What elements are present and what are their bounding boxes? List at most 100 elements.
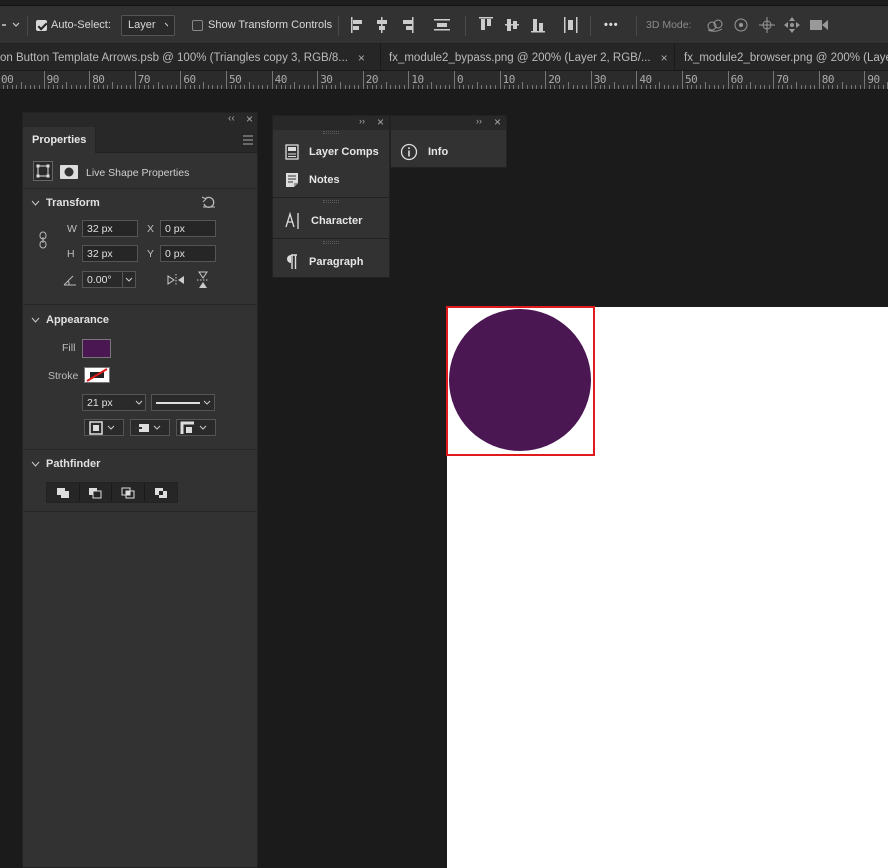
panel-grip[interactable] (323, 200, 339, 203)
tab-document-3[interactable]: fx_module2_browser.png @ 200% (Layer (675, 44, 888, 71)
width-field[interactable]: 32 px (82, 220, 138, 237)
panel-grip[interactable] (323, 131, 339, 134)
close-panel-icon[interactable]: × (246, 112, 253, 126)
ruler-minor-tick (431, 82, 433, 89)
character-panel-button[interactable]: Character (273, 209, 389, 233)
more-options-button[interactable]: ••• (604, 6, 619, 44)
ruler-minor-tick (522, 82, 524, 89)
align-left-edges-icon[interactable] (350, 16, 364, 34)
stroke-width-field[interactable]: 21 px (82, 394, 146, 411)
height-field[interactable]: 32 px (82, 245, 138, 262)
notes-panel-button[interactable]: Notes (273, 168, 389, 192)
width-value: 32 px (87, 222, 113, 235)
chevron-down-icon (199, 425, 207, 430)
mask-icon[interactable] (59, 164, 79, 180)
ruler-minor-tick (796, 82, 797, 89)
stroke-width-dropdown[interactable] (132, 395, 145, 410)
distribute-horizontal-icon[interactable] (563, 16, 579, 34)
align-vertical-centers-icon[interactable] (504, 16, 520, 34)
ruler-minor-tick (563, 85, 565, 89)
ruler-minor-tick (531, 85, 533, 89)
ruler-minor-tick (239, 85, 241, 89)
properties-tab-header: Properties (23, 127, 257, 153)
ruler-minor-tick (786, 85, 788, 89)
combine-shapes-button[interactable] (47, 483, 80, 502)
ruler-minor-tick (394, 85, 396, 89)
ruler-major-tick (43, 71, 45, 89)
fill-label: Fill (62, 342, 76, 354)
ruler-minor-tick (517, 85, 519, 89)
ruler-minor-tick (609, 85, 611, 89)
divider (273, 238, 389, 239)
live-shape-toggle[interactable] (33, 161, 53, 181)
panel-menu-icon[interactable] (243, 135, 253, 145)
expand-panel-icon[interactable]: ›› (476, 116, 482, 126)
pan-3d-camera-icon[interactable] (758, 16, 776, 34)
chevron-down-icon (31, 200, 40, 206)
ruler-minor-tick (20, 82, 22, 89)
flip-vertical-icon[interactable] (196, 271, 210, 289)
ruler-minor-tick (321, 85, 323, 89)
flip-horizontal-icon[interactable] (167, 273, 185, 287)
stroke-caps-dropdown[interactable] (130, 419, 170, 436)
info-panel-button[interactable]: Info (391, 140, 506, 164)
paragraph-panel-button[interactable]: Paragraph (273, 250, 389, 274)
tab-document-2[interactable]: fx_module2_bypass.png @ 200% (Layer 2, R… (381, 44, 675, 71)
angle-dropdown[interactable] (122, 272, 135, 287)
pathfinder-header[interactable]: Pathfinder (31, 458, 100, 470)
ruler-minor-tick (52, 85, 54, 89)
close-icon[interactable]: × (661, 51, 668, 65)
collapse-panel-icon[interactable]: ‹‹ (228, 113, 235, 124)
stroke-align-dropdown[interactable] (84, 419, 124, 436)
expand-panel-icon[interactable]: ›› (359, 116, 365, 126)
layer-comps-panel-button[interactable]: Layer Comps (273, 140, 389, 164)
reset-transform-icon[interactable] (201, 195, 217, 209)
orbit-3d-camera-icon[interactable] (705, 17, 725, 33)
angle-field[interactable]: 0.00° (82, 271, 136, 288)
subtract-shapes-button[interactable] (80, 483, 112, 502)
ruler-minor-tick (171, 85, 173, 89)
stroke-corners-dropdown[interactable] (176, 419, 216, 436)
fill-color-swatch[interactable] (82, 339, 111, 358)
slide-3d-camera-icon[interactable] (783, 16, 801, 34)
ruler-minor-tick (444, 85, 446, 89)
ruler-minor-tick (650, 85, 652, 89)
show-transform-controls-checkbox[interactable]: Show Transform Controls (192, 6, 332, 44)
auto-select-checkbox[interactable]: Auto-Select: (36, 6, 111, 44)
exclude-shapes-button[interactable] (145, 483, 177, 502)
link-icon[interactable] (37, 231, 49, 249)
ruler-minor-tick (440, 85, 442, 89)
distribute-vertical-icon[interactable] (433, 18, 451, 32)
ruler-minor-tick (212, 85, 214, 89)
pathfinder-section: Pathfinder (23, 450, 257, 510)
chevron-down-icon (164, 22, 168, 27)
align-horizontal-centers-icon[interactable] (375, 16, 389, 34)
roll-3d-camera-icon[interactable] (732, 17, 750, 33)
auto-select-target-dropdown[interactable]: Layer (121, 14, 175, 36)
tool-preset-picker[interactable] (0, 6, 22, 44)
stroke-type-dropdown[interactable] (151, 394, 215, 411)
appearance-header[interactable]: Appearance (31, 314, 109, 326)
y-field[interactable]: 0 px (160, 245, 216, 262)
align-top-edges-icon[interactable] (478, 16, 494, 34)
tab-document-1[interactable]: on Button Template Arrows.psb @ 100% (Tr… (0, 44, 381, 71)
ruler-minor-tick (34, 85, 36, 89)
ruler-minor-tick (29, 85, 31, 89)
align-bottom-edges-icon[interactable] (530, 16, 546, 34)
tab-properties[interactable]: Properties (23, 127, 97, 153)
stroke-color-swatch[interactable] (84, 367, 110, 383)
close-panel-icon[interactable]: × (377, 115, 384, 129)
ruler-minor-tick (467, 85, 469, 89)
ruler-minor-tick (66, 82, 68, 89)
align-right-edges-icon[interactable] (401, 16, 415, 34)
close-panel-icon[interactable]: × (494, 115, 501, 129)
ruler-minor-tick (57, 85, 59, 89)
zoom-3d-camera-icon[interactable] (809, 18, 829, 32)
appearance-title: Appearance (46, 314, 109, 326)
transform-header[interactable]: Transform (31, 197, 100, 209)
intersect-shapes-button[interactable] (112, 483, 145, 502)
panel-grip[interactable] (323, 241, 339, 244)
x-field[interactable]: 0 px (160, 220, 216, 237)
close-icon[interactable]: × (358, 51, 365, 65)
selection-bounding-box[interactable] (446, 306, 595, 456)
